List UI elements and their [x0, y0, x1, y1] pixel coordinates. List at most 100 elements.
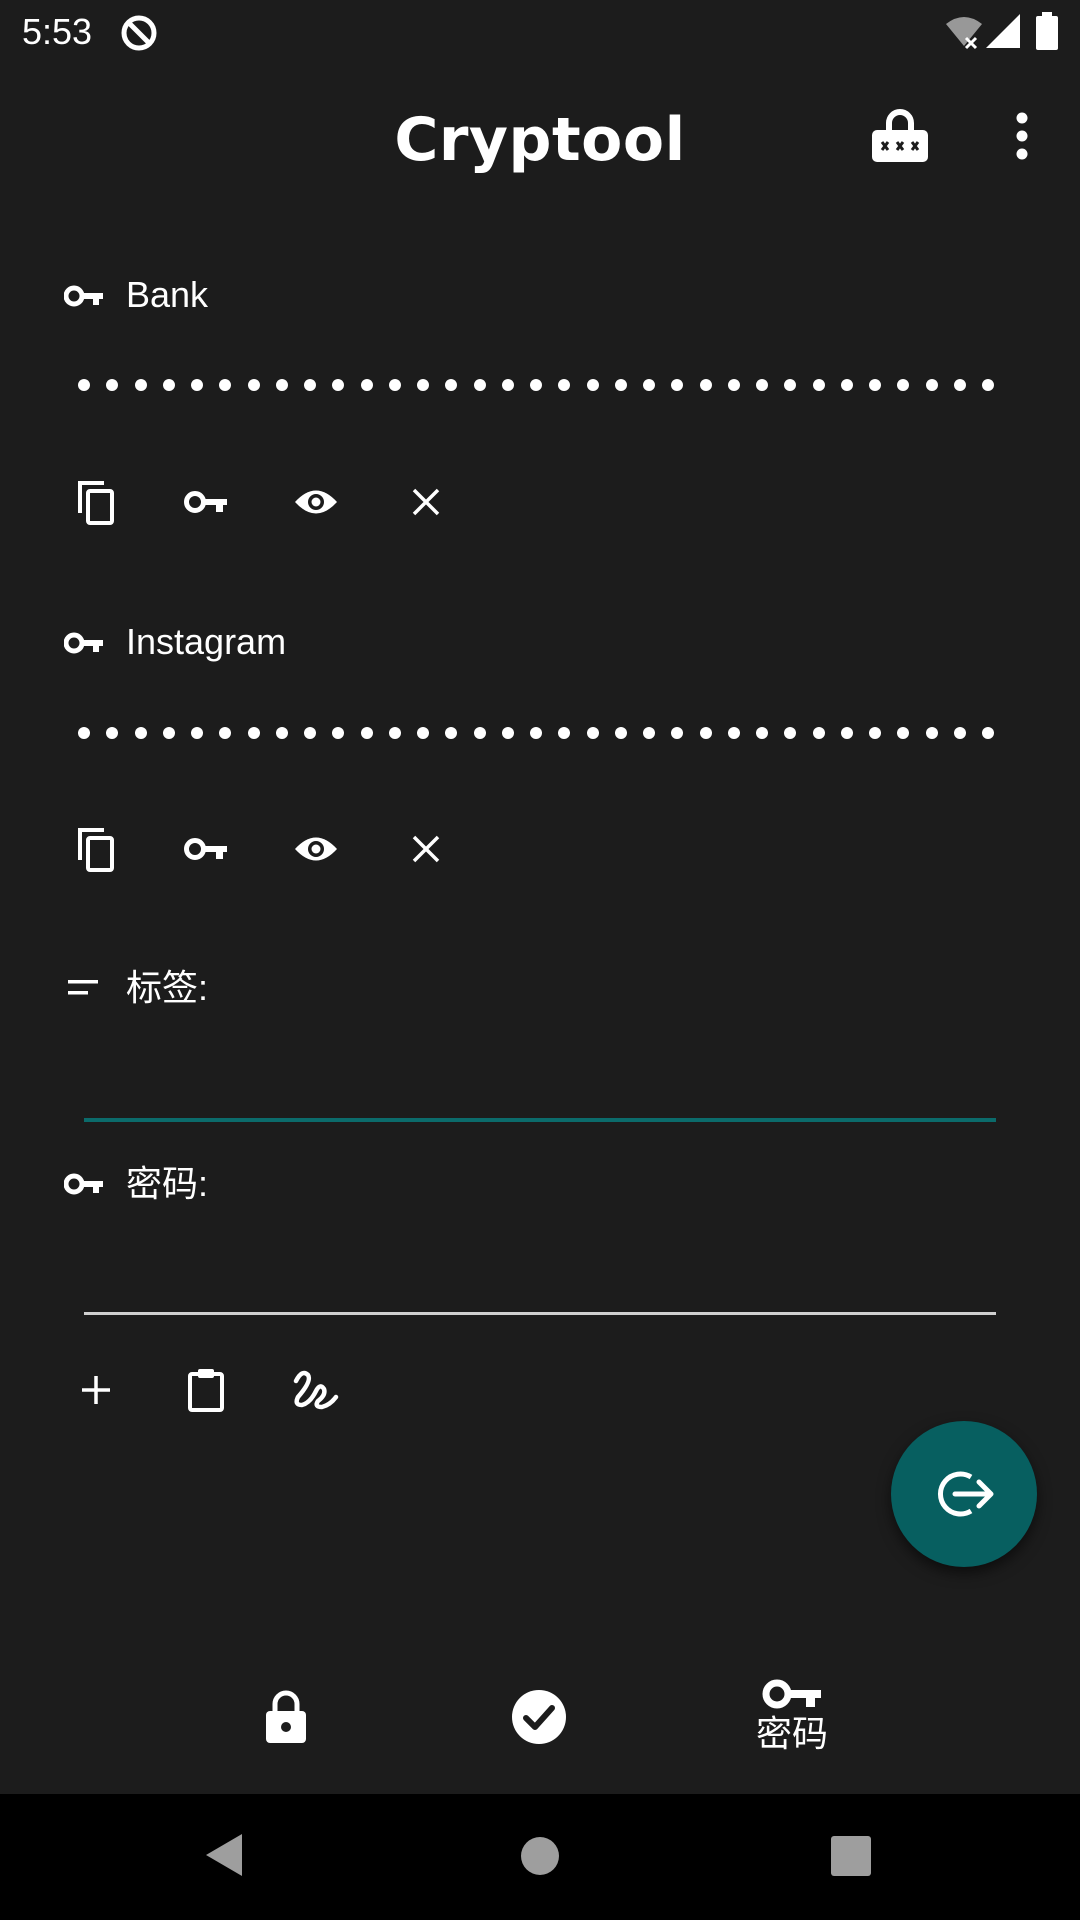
mask-dot	[671, 727, 684, 739]
mask-dot	[106, 727, 119, 739]
mask-dot	[417, 727, 429, 739]
mask-dot	[332, 379, 345, 391]
lock-icon	[264, 1689, 308, 1745]
password-input-underline	[84, 1312, 996, 1315]
close-icon[interactable]	[386, 462, 466, 542]
mask-dot	[897, 727, 910, 739]
visibility-icon[interactable]	[276, 462, 356, 542]
mask-dot	[501, 379, 514, 391]
mask-dot	[304, 727, 316, 739]
visibility-icon[interactable]	[276, 809, 356, 889]
mask-dot	[784, 727, 797, 739]
mask-dot	[727, 379, 740, 391]
mask-dot	[191, 379, 203, 391]
mask-dot	[699, 727, 712, 739]
mask-dot	[558, 727, 571, 739]
mask-dot	[897, 379, 910, 391]
battery-icon	[1036, 12, 1058, 50]
entry-label: Instagram	[126, 621, 287, 662]
wifi-off-icon	[944, 14, 984, 50]
mask-dot	[643, 379, 655, 391]
label-input[interactable]	[84, 1040, 996, 1120]
password-input[interactable]	[84, 1230, 996, 1310]
nav-item-check[interactable]	[439, 1640, 639, 1794]
key-icon	[64, 1172, 104, 1196]
key-icon	[64, 631, 104, 655]
mask-dot	[982, 379, 994, 391]
mask-dot	[812, 379, 825, 391]
mask-dot	[953, 379, 966, 391]
mask-dot	[78, 727, 90, 739]
mask-dot	[756, 379, 768, 391]
copy-icon[interactable]	[56, 462, 136, 542]
close-icon[interactable]	[386, 809, 466, 889]
mask-dot	[219, 379, 232, 391]
mask-dot	[530, 727, 542, 739]
mask-dot	[417, 379, 429, 391]
key-icon[interactable]	[166, 462, 246, 542]
mask-dot	[247, 727, 260, 739]
label-field-label: 标签:	[126, 967, 209, 1008]
label-icon	[68, 978, 100, 998]
mask-dot	[812, 727, 825, 739]
mask-dot	[840, 379, 853, 391]
key-icon[interactable]	[166, 809, 246, 889]
mask-dot	[869, 727, 881, 739]
data-saver-icon	[118, 12, 160, 54]
mask-dot	[953, 727, 966, 739]
key-icon	[64, 284, 104, 308]
mask-dot	[388, 727, 401, 739]
nav-item-lock[interactable]	[186, 1640, 386, 1794]
add-icon[interactable]	[56, 1350, 136, 1430]
mask-dot	[671, 379, 684, 391]
cellular-signal-icon	[986, 14, 1020, 48]
mask-dot	[304, 379, 316, 391]
mask-dot	[134, 379, 147, 391]
back-button[interactable]	[204, 1832, 244, 1878]
mask-dot	[445, 379, 458, 391]
mask-dot	[586, 379, 599, 391]
password-entry-instagram: Instagram	[0, 607, 1080, 757]
mask-dot	[162, 379, 175, 391]
mask-dot	[247, 379, 260, 391]
mask-dot	[982, 727, 994, 739]
copy-icon[interactable]	[56, 809, 136, 889]
mask-dot	[162, 727, 175, 739]
status-time: 5:53	[22, 11, 93, 52]
password-entry-bank: Bank	[0, 260, 1080, 560]
mask-dot	[275, 379, 288, 391]
masked-password	[78, 379, 994, 391]
mask-dot	[558, 379, 571, 391]
logout-fab[interactable]	[891, 1421, 1037, 1567]
more-vert-icon[interactable]	[982, 96, 1062, 176]
password-lock-icon[interactable]	[860, 96, 940, 176]
mask-dot	[219, 727, 232, 739]
home-button[interactable]	[520, 1836, 560, 1876]
mask-dot	[614, 727, 627, 739]
masked-password	[78, 727, 994, 739]
mask-dot	[473, 727, 486, 739]
mask-dot	[134, 727, 147, 739]
mask-dot	[530, 379, 542, 391]
mask-dot	[78, 379, 90, 391]
mask-dot	[106, 379, 119, 391]
mask-dot	[360, 727, 373, 739]
mask-dot	[925, 379, 938, 391]
nav-item-password[interactable]: 密码	[692, 1640, 892, 1794]
mask-dot	[586, 727, 599, 739]
clipboard-icon[interactable]	[166, 1350, 246, 1430]
mask-dot	[445, 727, 458, 739]
mask-dot	[925, 727, 938, 739]
entry-label: Bank	[126, 274, 209, 315]
mask-dot	[501, 727, 514, 739]
mask-dot	[699, 379, 712, 391]
mask-dot	[360, 379, 373, 391]
mask-dot	[756, 727, 768, 739]
nav-item-label: 密码	[755, 1714, 828, 1755]
mask-dot	[840, 727, 853, 739]
check-circle-icon	[511, 1689, 567, 1745]
mask-dot	[473, 379, 486, 391]
recents-button[interactable]	[831, 1836, 871, 1876]
mask-dot	[614, 379, 627, 391]
signature-icon[interactable]	[276, 1350, 356, 1430]
